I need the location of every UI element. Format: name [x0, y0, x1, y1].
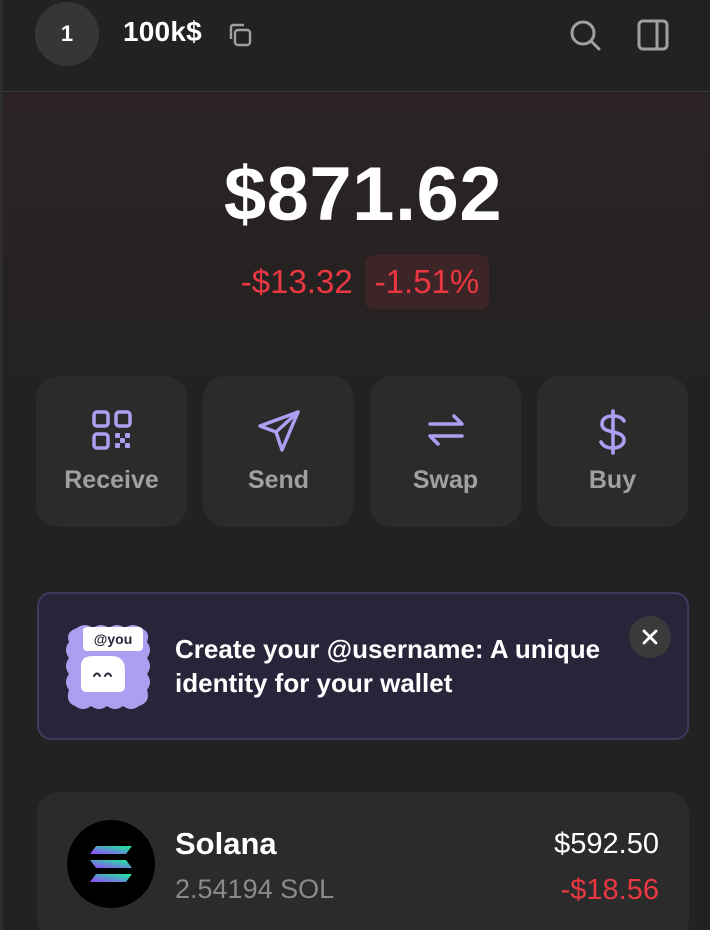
side-panel-icon[interactable]: [635, 17, 671, 53]
buy-label: Buy: [588, 466, 637, 494]
token-name: Solana: [175, 826, 277, 861]
balance-change-amount: -$13.32: [240, 263, 353, 300]
username-promo-banner[interactable]: @you Create your @username: A unique ide…: [37, 592, 689, 740]
banner-text: Create your @username: A unique identity…: [175, 634, 601, 698]
total-balance: $871.62: [223, 152, 503, 237]
account-avatar[interactable]: 1: [35, 2, 99, 66]
banner-tag: @you: [94, 631, 133, 647]
swap-label: Swap: [412, 466, 479, 494]
action-buttons: Receive Send Swap Buy: [36, 376, 688, 527]
send-button[interactable]: Send: [203, 376, 354, 527]
close-banner-button[interactable]: [629, 616, 671, 658]
buy-button[interactable]: Buy: [537, 376, 688, 527]
balance-change-row: -$13.32 -1.51%: [3, 255, 710, 309]
receive-label: Receive: [64, 466, 159, 494]
wallet-app: 1 100k$ $871.62 -$13.32 -1.51% Receive S…: [0, 0, 710, 930]
ghost-username-illustration: @you: [66, 625, 150, 709]
solana-logo-icon: [67, 820, 155, 908]
qr-code-icon: [91, 410, 132, 450]
account-name[interactable]: 100k$: [123, 16, 202, 48]
swap-button[interactable]: Swap: [370, 376, 521, 527]
header: 1 100k$: [3, 0, 710, 92]
close-icon: [642, 629, 658, 645]
receive-button[interactable]: Receive: [36, 376, 187, 527]
portfolio-summary: $871.62 -$13.32 -1.51%: [3, 93, 710, 413]
send-icon: [257, 410, 300, 452]
send-label: Send: [247, 466, 310, 494]
balance-change-percent: -1.51%: [364, 255, 490, 309]
search-icon[interactable]: [567, 17, 603, 53]
account-index: 1: [60, 21, 74, 46]
token-row-solana[interactable]: Solana 2.54194 SOL $592.50 -$18.56: [37, 792, 689, 930]
token-value: $592.50: [554, 828, 659, 860]
dollar-icon: [598, 409, 626, 455]
token-amount: 2.54194 SOL: [175, 874, 335, 904]
copy-icon[interactable]: [225, 20, 255, 50]
token-change: -$18.56: [560, 874, 659, 906]
swap-icon: [427, 414, 464, 446]
